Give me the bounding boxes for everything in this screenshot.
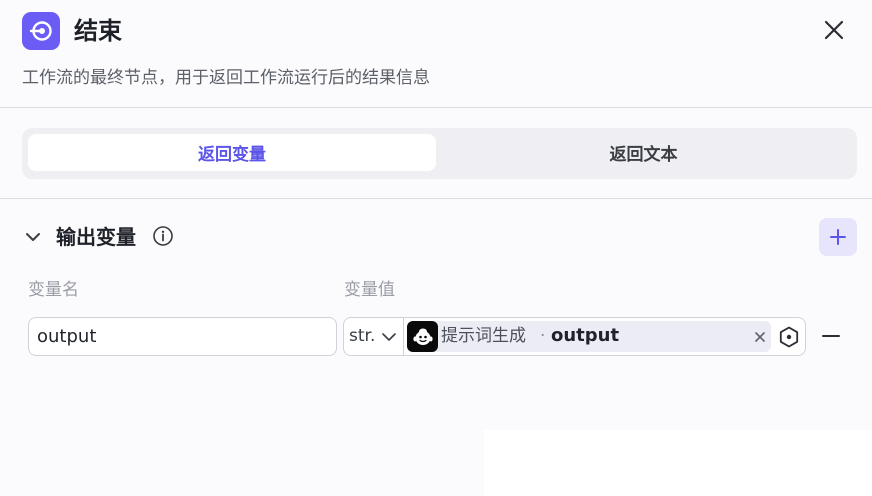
column-header-value: 变量值 xyxy=(344,280,395,300)
remove-variable-button[interactable] xyxy=(820,325,842,347)
section-title: 输出变量 xyxy=(56,225,136,249)
variable-reference-chip[interactable]: 提示词生成 · output xyxy=(407,321,771,352)
tab-return-text[interactable]: 返回文本 xyxy=(436,134,851,171)
add-variable-button[interactable] xyxy=(819,218,857,256)
chevron-down-icon xyxy=(382,333,396,341)
type-select[interactable]: str. xyxy=(344,318,404,355)
clear-reference-icon[interactable] xyxy=(753,329,767,343)
minus-icon xyxy=(822,335,840,337)
reference-source-node: 提示词生成 xyxy=(441,326,526,346)
end-node-icon xyxy=(22,12,60,50)
reference-variable-name: output xyxy=(551,325,620,346)
variable-name-input[interactable] xyxy=(28,317,337,356)
column-header-name: 变量名 xyxy=(28,280,79,300)
panel-footer-area xyxy=(484,430,872,496)
return-mode-tabs: 返回变量 返回文本 xyxy=(22,128,857,179)
section-divider xyxy=(0,198,872,199)
panel-header: 结束 工作流的最终节点，用于返回工作流运行后的结果信息 xyxy=(0,0,872,108)
reference-separator: · xyxy=(540,326,546,346)
tab-return-variable[interactable]: 返回变量 xyxy=(28,134,436,171)
type-select-value: str. xyxy=(349,326,376,346)
plus-icon xyxy=(830,229,846,245)
plugin-logo-icon xyxy=(407,321,438,352)
chevron-down-icon[interactable] xyxy=(24,228,42,246)
variable-picker-icon[interactable] xyxy=(777,325,801,349)
panel-title: 结束 xyxy=(74,17,122,45)
field-divider xyxy=(403,318,404,355)
panel-description: 工作流的最终节点，用于返回工作流运行后的结果信息 xyxy=(22,68,430,88)
close-icon[interactable] xyxy=(820,16,848,44)
info-icon[interactable] xyxy=(152,225,174,247)
variable-value-field: str. 提示词生成 · output xyxy=(343,317,806,356)
